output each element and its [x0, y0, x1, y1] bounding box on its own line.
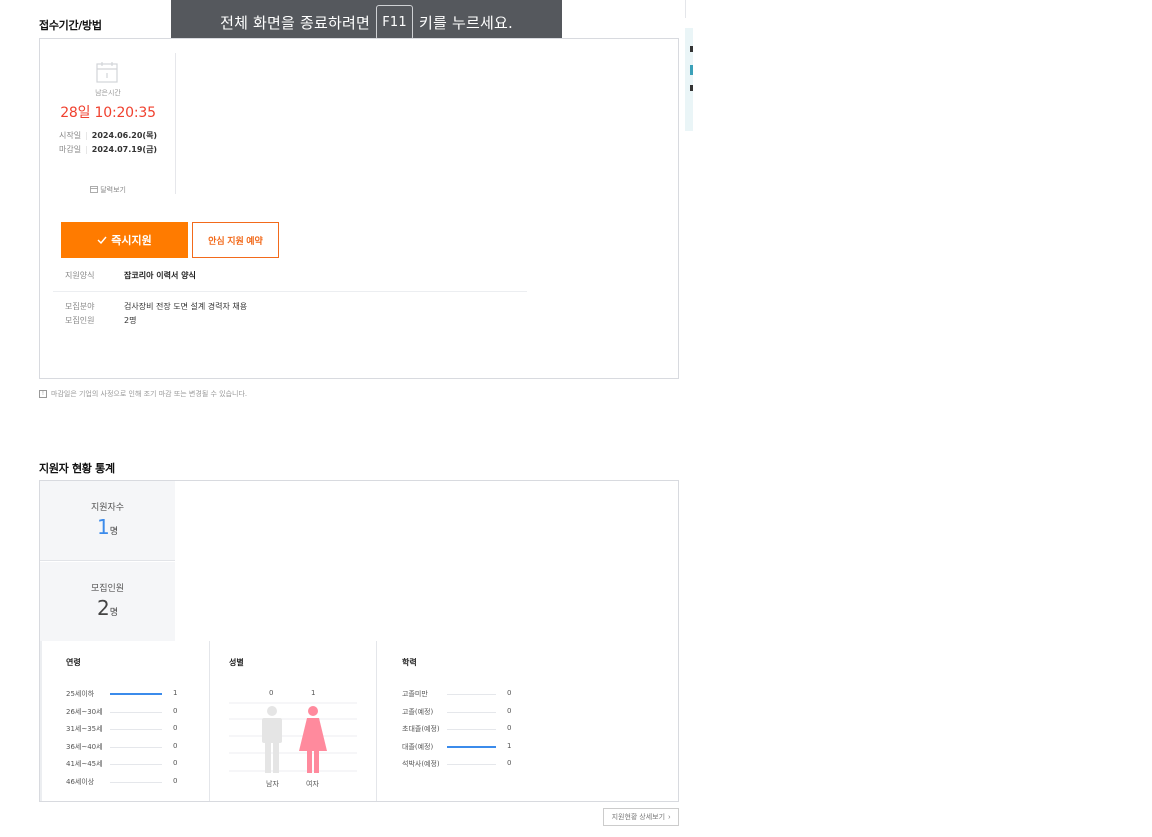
start-date-value: 2024.06.20(목)	[91, 131, 158, 140]
form-value: 잡코리아 이력서 양식	[124, 271, 196, 280]
education-row-label: 초대졸(예정)	[402, 725, 440, 733]
age-row-value: 1	[173, 689, 178, 697]
male-figure-icon	[262, 706, 282, 773]
applicants-label: 지원자수	[90, 503, 125, 513]
start-date-row: 시작일 | 2024.06.20(목)	[59, 131, 158, 140]
education-row-value: 0	[507, 689, 512, 697]
applicant-detail-button[interactable]: 지원현황 상세보기 ›	[603, 808, 679, 826]
age-row-value: 0	[173, 741, 178, 750]
small-calendar-icon	[90, 186, 98, 193]
apply-now-button[interactable]: 즉시지원	[61, 222, 188, 258]
education-row-track	[447, 764, 496, 765]
recruit-label: 모집인원	[90, 584, 125, 594]
female-count: 1	[311, 689, 316, 697]
calendar-icon	[96, 62, 118, 83]
male-count: 0	[269, 689, 274, 697]
age-chart-title: 연령	[66, 658, 81, 667]
age-row-label: 41세~45세	[66, 760, 103, 768]
education-row-bar	[447, 745, 496, 748]
applicants-unit: 명	[109, 527, 118, 537]
age-row-value: 0	[173, 706, 178, 715]
recruit-unit: 명	[109, 608, 118, 618]
applicants-count-cell: 지원자수 1명	[40, 481, 175, 561]
applicants-value: 1	[96, 515, 110, 539]
apply-now-label: 즉시지원	[111, 235, 152, 247]
education-row-track	[447, 711, 496, 713]
age-row-value: 0	[173, 759, 178, 767]
info-icon: !	[39, 390, 47, 398]
chevron-right-icon: ›	[668, 813, 671, 821]
age-row-label: 36세~40세	[66, 742, 103, 751]
education-row-label: 고졸미만	[402, 690, 428, 698]
remain-time-label: 남은시간	[95, 89, 121, 97]
right-panel-banner[interactable]	[685, 28, 693, 131]
calendar-view-label: 달력보기	[100, 186, 126, 194]
education-row-label: 석박사(예정)	[402, 760, 440, 768]
end-date-label: 마감일	[59, 145, 82, 154]
female-figure-icon	[299, 706, 327, 773]
age-row-value: 0	[173, 776, 178, 785]
field-label: 모집분야	[65, 302, 95, 311]
form-label: 지원양식	[65, 271, 95, 280]
period-section-title: 접수기간/방법	[39, 19, 102, 32]
age-row-track	[110, 729, 162, 730]
education-row-value: 0	[507, 706, 512, 715]
age-row-bar	[110, 693, 162, 695]
recruit-count-cell: 모집인원 2명	[40, 562, 175, 641]
education-row-label: 고졸(예정)	[402, 707, 434, 716]
headcount-label: 모집인원	[65, 316, 95, 325]
safe-reserve-button[interactable]: 안심 지원 예약	[192, 222, 279, 258]
stats-separator-2	[376, 641, 377, 801]
f11-key-badge: F11	[376, 5, 413, 40]
age-row-track	[110, 746, 162, 748]
check-icon	[97, 236, 107, 244]
education-row-track	[447, 694, 496, 695]
calendar-view-link[interactable]: 달력보기	[41, 185, 175, 195]
education-chart-title: 학력	[402, 658, 417, 667]
recruit-value: 2	[96, 596, 110, 620]
male-label: 남자	[266, 780, 279, 788]
applicant-detail-label: 지원현황 상세보기	[611, 814, 666, 821]
age-row-label: 46세이상	[66, 777, 95, 786]
female-label: 여자	[306, 780, 319, 788]
education-row-value: 0	[507, 724, 512, 732]
headcount-value: 2명	[124, 316, 137, 325]
remain-time-value: 28일 10:20:35	[60, 105, 156, 121]
age-row-track	[110, 781, 162, 783]
education-row-value: 0	[507, 759, 512, 767]
field-value: 검사장비 전장 도면 설계 경력자 채용	[124, 302, 248, 311]
age-row-label: 31세~35세	[66, 725, 103, 733]
deadline-notice-text: 마감일은 기업의 사정으로 인해 조기 마감 또는 변경될 수 있습니다.	[51, 390, 248, 398]
deadline-notice: ! 마감일은 기업의 사정으로 인해 조기 마감 또는 변경될 수 있습니다.	[39, 389, 247, 399]
end-date-value: 2024.07.19(금)	[91, 145, 158, 154]
gender-grid	[229, 702, 357, 772]
toast-suffix: 키를 누르세요.	[419, 14, 513, 32]
end-date-row: 마감일 | 2024.07.19(금)	[59, 145, 158, 154]
education-row-track	[447, 729, 496, 730]
right-panel-edge	[685, 0, 693, 18]
info-divider	[53, 291, 527, 292]
age-row-label: 25세이하	[66, 690, 95, 698]
toast-prefix: 전체 화면을 종료하려면	[220, 14, 370, 32]
stats-left-edge	[40, 641, 42, 801]
stats-section-title: 지원자 현황 통계	[39, 462, 115, 475]
age-row-track	[110, 711, 162, 713]
age-row-value: 0	[173, 724, 178, 732]
safe-reserve-label: 안심 지원 예약	[208, 235, 263, 246]
age-row-label: 26세~30세	[66, 707, 103, 716]
education-row-value: 1	[507, 741, 512, 750]
age-row-track	[110, 764, 162, 765]
start-date-label: 시작일	[59, 131, 82, 140]
education-row-label: 대졸(예정)	[402, 742, 434, 751]
gender-chart-title: 성별	[229, 658, 244, 667]
stats-separator-1	[209, 641, 210, 801]
